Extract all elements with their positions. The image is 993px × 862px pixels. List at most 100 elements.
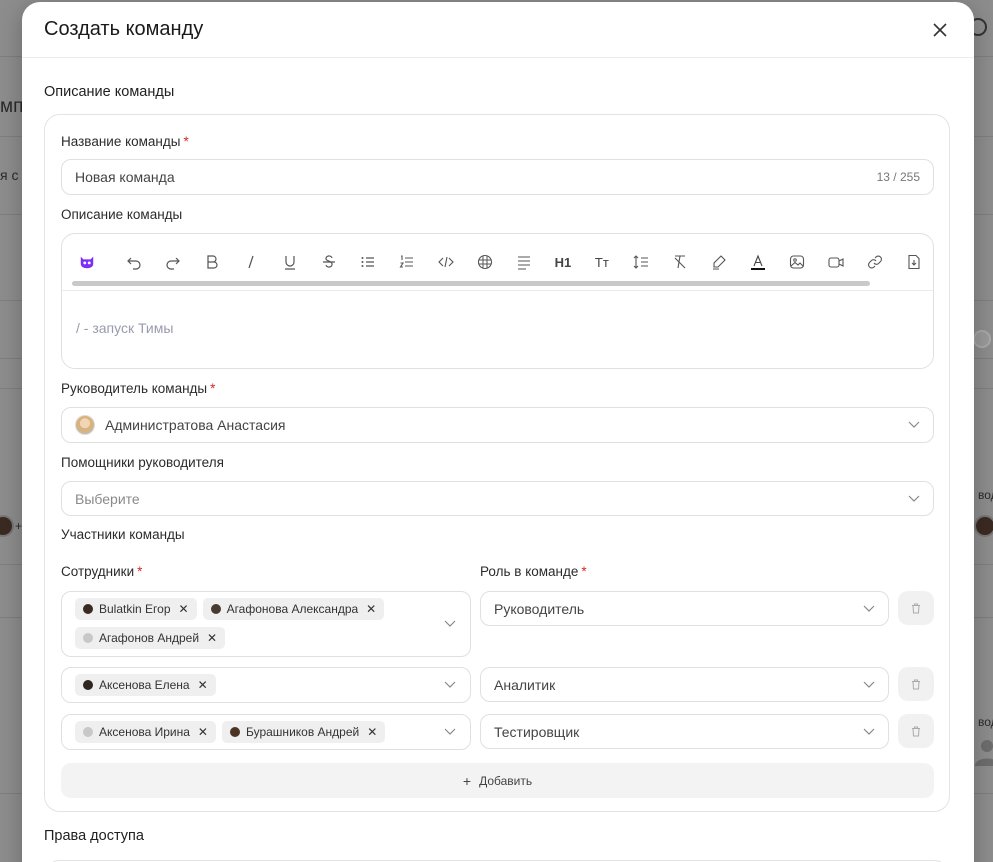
code-icon — [438, 256, 454, 268]
assistants-placeholder: Выберите — [75, 490, 140, 507]
text-size-button[interactable]: Tт — [582, 247, 621, 277]
chip-list: Аксенова Ирина ✕ Бурашников Андрей ✕ — [75, 721, 435, 743]
add-member-button[interactable]: + Добавить — [61, 763, 934, 798]
delete-row-button[interactable] — [898, 591, 934, 625]
leader-select[interactable]: Администратова Анастасия — [61, 407, 934, 443]
employee-chip: Аксенова Ирина ✕ — [75, 721, 216, 743]
team-name-value: Новая команда — [75, 169, 175, 185]
undo-icon — [127, 257, 142, 270]
modal-header: Создать команду — [22, 2, 974, 58]
bold-icon — [207, 255, 218, 269]
align-left-icon — [517, 256, 530, 270]
avatar — [83, 680, 93, 690]
remove-chip-button[interactable]: ✕ — [366, 602, 376, 616]
bold-button[interactable] — [193, 247, 232, 277]
strikethrough-icon — [323, 255, 336, 268]
remove-chip-button[interactable]: ✕ — [207, 631, 217, 645]
remove-chip-button[interactable]: ✕ — [367, 725, 377, 739]
required-mark: * — [183, 134, 189, 149]
role-select[interactable]: Руководитель — [480, 591, 889, 626]
heading-button[interactable]: H1 — [543, 247, 582, 277]
text-color-button[interactable] — [738, 247, 777, 277]
file-button[interactable] — [894, 247, 933, 277]
delete-row-button[interactable] — [898, 714, 934, 748]
team-name-label: Название команды * — [61, 134, 189, 149]
chevron-down-icon — [444, 615, 456, 633]
redo-icon — [166, 257, 181, 270]
highlight-button[interactable] — [699, 247, 738, 277]
leader-label-text: Руководитель команды — [61, 381, 208, 396]
description-editor[interactable]: H1 Tт / - запуск Тимы — [61, 233, 934, 369]
description-label: Описание команды — [61, 207, 183, 222]
bullet-list-button[interactable] — [349, 247, 388, 277]
link-button[interactable] — [855, 247, 894, 277]
modal-title: Создать команду — [44, 18, 204, 40]
video-button[interactable] — [816, 247, 855, 277]
employees-label-text: Сотрудники — [61, 564, 135, 579]
required-mark: * — [581, 564, 587, 579]
clear-format-button[interactable] — [660, 247, 699, 277]
create-team-modal: Создать команду Описание команды Названи… — [22, 2, 974, 862]
employees-select[interactable]: Аксенова Елена ✕ — [61, 667, 471, 703]
bg-text: мп — [0, 96, 24, 117]
remove-chip-button[interactable]: ✕ — [198, 725, 208, 739]
remove-chip-button[interactable]: ✕ — [179, 602, 189, 616]
avatar — [75, 415, 95, 435]
code-button[interactable] — [427, 247, 466, 277]
highlighter-icon — [712, 255, 726, 270]
role-value: Руководитель — [494, 600, 585, 617]
assistants-select[interactable]: Выберите — [61, 481, 934, 516]
avatar — [83, 727, 93, 737]
required-mark: * — [137, 564, 143, 579]
role-value: Тестировщик — [494, 723, 580, 740]
chip-label: Аксенова Ирина — [99, 725, 190, 739]
image-button[interactable] — [777, 247, 816, 277]
text-color-icon — [750, 254, 765, 270]
employee-chip: Бурашников Андрей ✕ — [221, 721, 386, 743]
line-height-button[interactable] — [621, 247, 660, 277]
avatar — [229, 727, 240, 737]
chevron-down-icon — [863, 679, 875, 691]
chevron-down-icon — [908, 493, 920, 505]
employee-chip: Агафонова Александра ✕ — [202, 598, 385, 620]
close-button[interactable] — [928, 18, 952, 42]
leader-value: Администратова Анастасия — [105, 417, 286, 433]
plus-icon: + — [462, 772, 472, 789]
numbered-list-button[interactable] — [388, 247, 427, 277]
table-button[interactable] — [466, 247, 505, 277]
file-icon — [907, 254, 920, 270]
team-name-input[interactable]: Новая команда 13 / 255 — [61, 159, 934, 195]
editor-placeholder: / - запуск Тимы — [76, 320, 174, 336]
underline-button[interactable] — [271, 247, 310, 277]
chevron-down-icon — [444, 676, 456, 694]
undo-button[interactable] — [115, 247, 154, 277]
chevron-down-icon — [863, 603, 875, 615]
chip-list: Bulatkin Егор ✕ Агафонова Александра ✕ Ага… — [75, 598, 435, 649]
bullet-list-icon — [361, 257, 375, 267]
role-select[interactable]: Аналитик — [480, 667, 889, 702]
role-select[interactable]: Тестировщик — [480, 714, 889, 749]
team-name-label-text: Название команды — [61, 134, 181, 149]
clear-format-icon — [674, 255, 686, 269]
role-value: Аналитик — [494, 676, 556, 693]
strikethrough-button[interactable] — [310, 247, 349, 277]
bg-text: + — [15, 519, 23, 533]
redo-button[interactable] — [154, 247, 193, 277]
employees-select[interactable]: Bulatkin Егор ✕ Агафонова Александра ✕ Ага… — [61, 591, 471, 657]
employees-select[interactable]: Аксенова Ирина ✕ Бурашников Андрей ✕ — [61, 714, 471, 750]
leader-label: Руководитель команды * — [61, 381, 215, 396]
employees-label: Сотрудники * — [61, 564, 142, 579]
remove-chip-button[interactable]: ✕ — [198, 678, 208, 692]
toolbar-scrollbar[interactable] — [72, 281, 870, 286]
avatar — [83, 633, 93, 643]
bg-text: вод — [978, 715, 993, 729]
line-height-icon — [633, 255, 648, 269]
bg-user-icon — [975, 740, 993, 766]
brand-ai-button[interactable] — [76, 247, 98, 277]
delete-row-button[interactable] — [898, 667, 934, 701]
section-title-access: Права доступа — [44, 828, 144, 844]
align-button[interactable] — [505, 247, 544, 277]
italic-button[interactable] — [232, 247, 271, 277]
trash-icon — [912, 679, 920, 689]
chevron-down-icon — [863, 726, 875, 738]
